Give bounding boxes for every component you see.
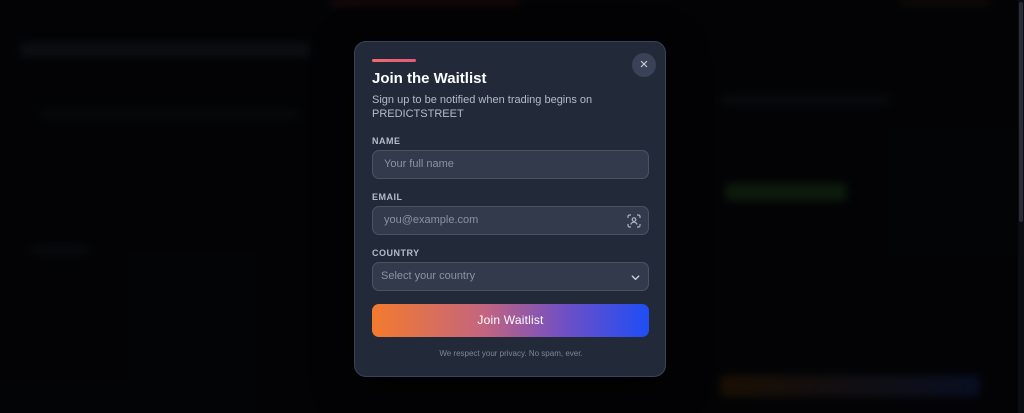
close-icon: ×	[639, 56, 649, 73]
country-select[interactable]: Select your country	[372, 262, 649, 291]
accent-bar	[372, 59, 416, 62]
close-button[interactable]: ×	[632, 53, 656, 77]
modal-subtitle: Sign up to be notified when trading begi…	[372, 94, 593, 120]
privacy-note: We respect your privacy. No spam, ever.	[439, 349, 583, 358]
name-label: NAME	[372, 136, 401, 146]
waitlist-modal: × Join the Waitlist Sign up to be notifi…	[354, 41, 666, 377]
email-label: EMAIL	[372, 192, 403, 202]
country-placeholder: Select your country	[381, 270, 476, 282]
chevron-down-icon	[631, 275, 640, 281]
email-input[interactable]: you@example.com	[372, 206, 649, 235]
country-label: COUNTRY	[372, 248, 420, 258]
modal-title: Join the Waitlist	[372, 70, 487, 87]
scrollbar-thumb[interactable]	[1019, 2, 1023, 222]
contact-card-icon[interactable]	[627, 214, 641, 228]
name-placeholder: Your full name	[384, 158, 454, 170]
email-placeholder: you@example.com	[384, 214, 479, 226]
scrollbar[interactable]	[1018, 0, 1024, 413]
join-waitlist-button[interactable]: Join Waitlist	[372, 304, 649, 337]
name-input[interactable]: Your full name	[372, 150, 649, 179]
